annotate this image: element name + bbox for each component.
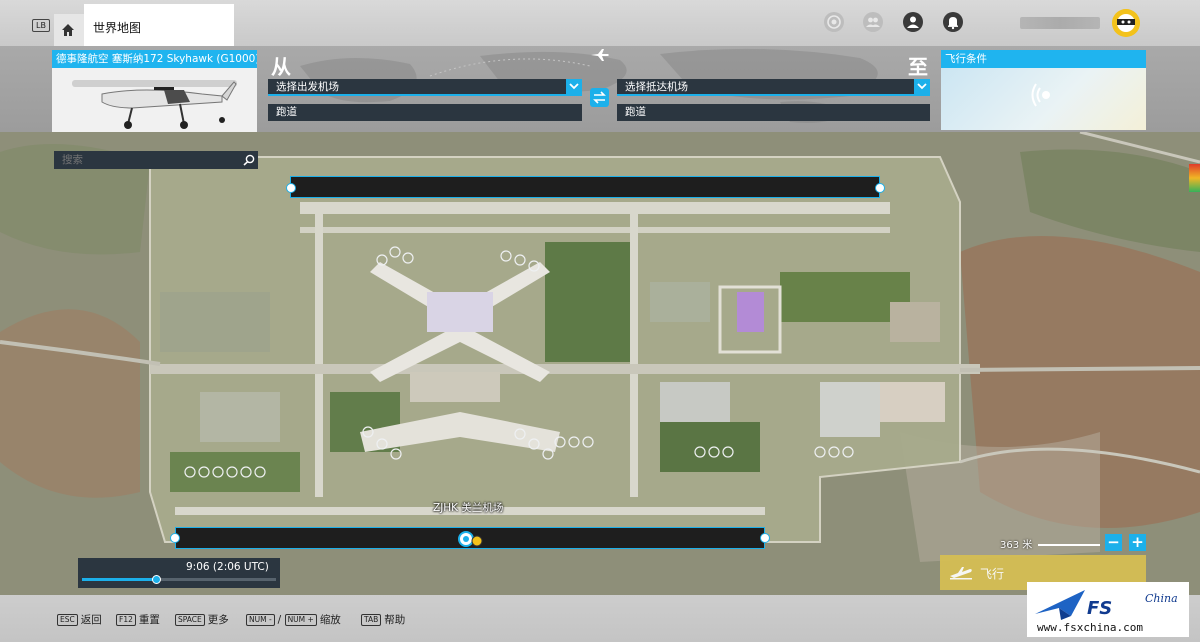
time-slider-fill [82, 578, 156, 581]
arrival-airport-select[interactable]: 选择抵达机场 [617, 79, 930, 96]
key-esc: ESC [57, 614, 78, 626]
key-num-minus: NUM - [246, 614, 275, 626]
plane-takeoff-icon [950, 567, 972, 580]
aircraft-name: 德事隆航空 塞斯纳172 Skyhawk (G1000) [52, 50, 257, 68]
time-slider-handle[interactable] [151, 575, 161, 584]
bottom-shortcut-bar: ESC 返回 F12 重置 SPACE 更多 NUM - / NUM + 缩放 TAB 帮助… [0, 582, 1200, 642]
world-map-tab[interactable]: 世界地图 [84, 4, 234, 46]
chevron-down-icon [917, 83, 927, 90]
runway-top[interactable] [290, 176, 880, 198]
search-icon [243, 154, 255, 166]
watermark-brand: FS [1087, 598, 1113, 619]
airport-label[interactable]: ZJHK 美兰机场 [433, 500, 503, 515]
runway-top-end-east[interactable] [875, 183, 885, 193]
profile-button[interactable] [902, 11, 924, 33]
arrival-placeholder: 选择抵达机场 [625, 81, 688, 93]
notifications-button[interactable] [942, 11, 964, 33]
runway-bottom-end-east[interactable] [760, 533, 770, 543]
chevron-down-icon [569, 83, 579, 90]
zoom-out-button[interactable]: − [1105, 534, 1122, 551]
avatar-icon [1112, 9, 1140, 37]
aircraft-selection-card[interactable]: 德事隆航空 塞斯纳172 Skyhawk (G1000) [52, 50, 257, 132]
lb-key-hint: LB [32, 19, 50, 32]
top-bar: LB 世界地图 [0, 0, 1200, 46]
key-tab: TAB [361, 614, 382, 626]
side-panel-handle[interactable] [1189, 164, 1200, 192]
runway-bottom-end-west[interactable] [170, 533, 180, 543]
home-icon [62, 24, 74, 36]
key-num-plus: NUM + [284, 614, 317, 626]
map-scale-label: 363 米 [1000, 540, 1033, 551]
departure-airport-select[interactable]: 选择出发机场 [268, 79, 582, 96]
time-of-day-panel: 9:06 (2:06 UTC) [78, 558, 280, 588]
fsxchina-logo-icon [1035, 590, 1085, 620]
swap-airports-button[interactable] [590, 88, 609, 107]
shortcut-reset[interactable]: F12 重置 [116, 612, 160, 627]
weather-signal-icon [1031, 83, 1050, 107]
departure-runway-select[interactable]: 跑道 [268, 104, 582, 121]
map-scale-bar [1038, 544, 1100, 546]
friends-button[interactable] [862, 11, 884, 33]
satellite-imagery [0, 132, 1200, 595]
search-input[interactable] [62, 154, 232, 166]
shortcut-zoom-separator: / [277, 614, 282, 626]
departure-placeholder: 选择出发机场 [276, 81, 339, 93]
key-space: SPACE [175, 614, 205, 626]
flight-planning-panel: 德事隆航空 塞斯纳172 Skyhawk (G1000) 从 至 选择出发机场 … [0, 46, 1200, 132]
arrival-runway-select[interactable]: 跑道 [617, 104, 930, 121]
fly-button-label: 飞行 [980, 567, 1005, 581]
watermark-brand-suffix: China [1145, 592, 1178, 605]
shortcut-zoom-label: 缩放 [319, 614, 341, 626]
page-title: 世界地图 [93, 21, 142, 35]
airport-marker-icon[interactable] [457, 530, 485, 548]
avatar[interactable] [1112, 9, 1140, 37]
runway-top-end-west[interactable] [286, 183, 296, 193]
shortcut-back[interactable]: ESC 返回 [57, 612, 102, 627]
watermark-url: www.fsxchina.com [1037, 621, 1143, 634]
time-of-day-label: 9:06 (2:06 UTC) [186, 561, 269, 573]
time-of-day-slider[interactable] [82, 575, 276, 584]
activity-button[interactable] [823, 11, 845, 33]
from-label: 从 [271, 55, 291, 79]
to-label: 至 [908, 55, 928, 79]
shortcut-zoom[interactable]: NUM - / NUM + 缩放 [246, 612, 341, 627]
friends-icon [863, 12, 883, 32]
shortcut-more-label: 更多 [207, 614, 229, 626]
zoom-in-button[interactable]: + [1129, 534, 1146, 551]
arrival-dropdown-button[interactable] [914, 79, 930, 94]
shortcut-reset-label: 重置 [138, 614, 160, 626]
target-icon [824, 12, 844, 32]
fsxchina-watermark: FS China www.fsxchina.com [1027, 582, 1189, 637]
bell-icon [943, 12, 963, 32]
user-icon [903, 12, 923, 32]
departure-dropdown-button[interactable] [566, 79, 582, 94]
search-field[interactable] [54, 151, 258, 169]
username-blurred [1020, 17, 1100, 29]
shortcut-back-label: 返回 [80, 614, 102, 626]
home-button[interactable] [54, 14, 84, 46]
plane-route-icon [591, 49, 609, 61]
swap-icon [593, 91, 606, 104]
world-map-view[interactable]: ZJHK 美兰机场 363 米 − + 9:06 (2:06 UTC) 飞行 [0, 132, 1200, 595]
shortcut-help-label: 帮助 [384, 614, 406, 626]
arrival-runway-label: 跑道 [625, 106, 646, 118]
departure-runway-label: 跑道 [276, 106, 297, 118]
flight-conditions-card[interactable]: 飞行条件 [941, 50, 1146, 130]
shortcut-more[interactable]: SPACE 更多 [175, 612, 229, 627]
flight-conditions-label: 飞行条件 [941, 50, 1146, 68]
key-f12: F12 [116, 614, 136, 626]
aircraft-image [72, 80, 237, 129]
shortcut-help[interactable]: TAB 帮助 [361, 612, 405, 627]
